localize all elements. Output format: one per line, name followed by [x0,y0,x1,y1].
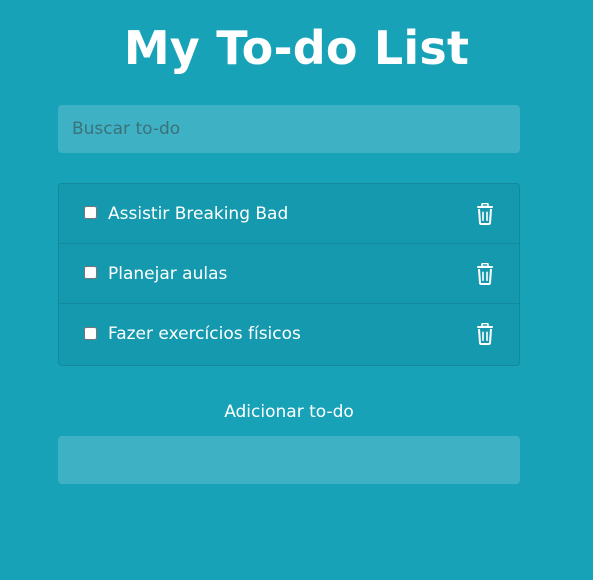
todo-item: Fazer exercícios físicos [59,304,519,364]
todo-checkbox[interactable] [84,266,97,279]
todo-item: Assistir Breaking Bad [59,184,519,244]
todo-item: Planejar aulas [59,244,519,304]
todo-list: Assistir Breaking Bad Planejar aulas Faz… [58,183,520,366]
search-input[interactable] [58,105,520,153]
todo-label: Assistir Breaking Bad [108,203,289,224]
add-todo-input[interactable] [58,436,520,484]
trash-icon[interactable] [475,262,495,285]
todo-checkbox[interactable] [84,206,97,219]
trash-icon[interactable] [475,202,495,225]
todo-label: Planejar aulas [108,263,228,284]
trash-icon[interactable] [475,323,495,345]
todo-checkbox[interactable] [84,326,97,340]
page-title: My To-do List [123,21,470,75]
todo-label: Fazer exercícios físicos [108,324,301,344]
add-todo-label: Adicionar to-do [224,402,354,422]
